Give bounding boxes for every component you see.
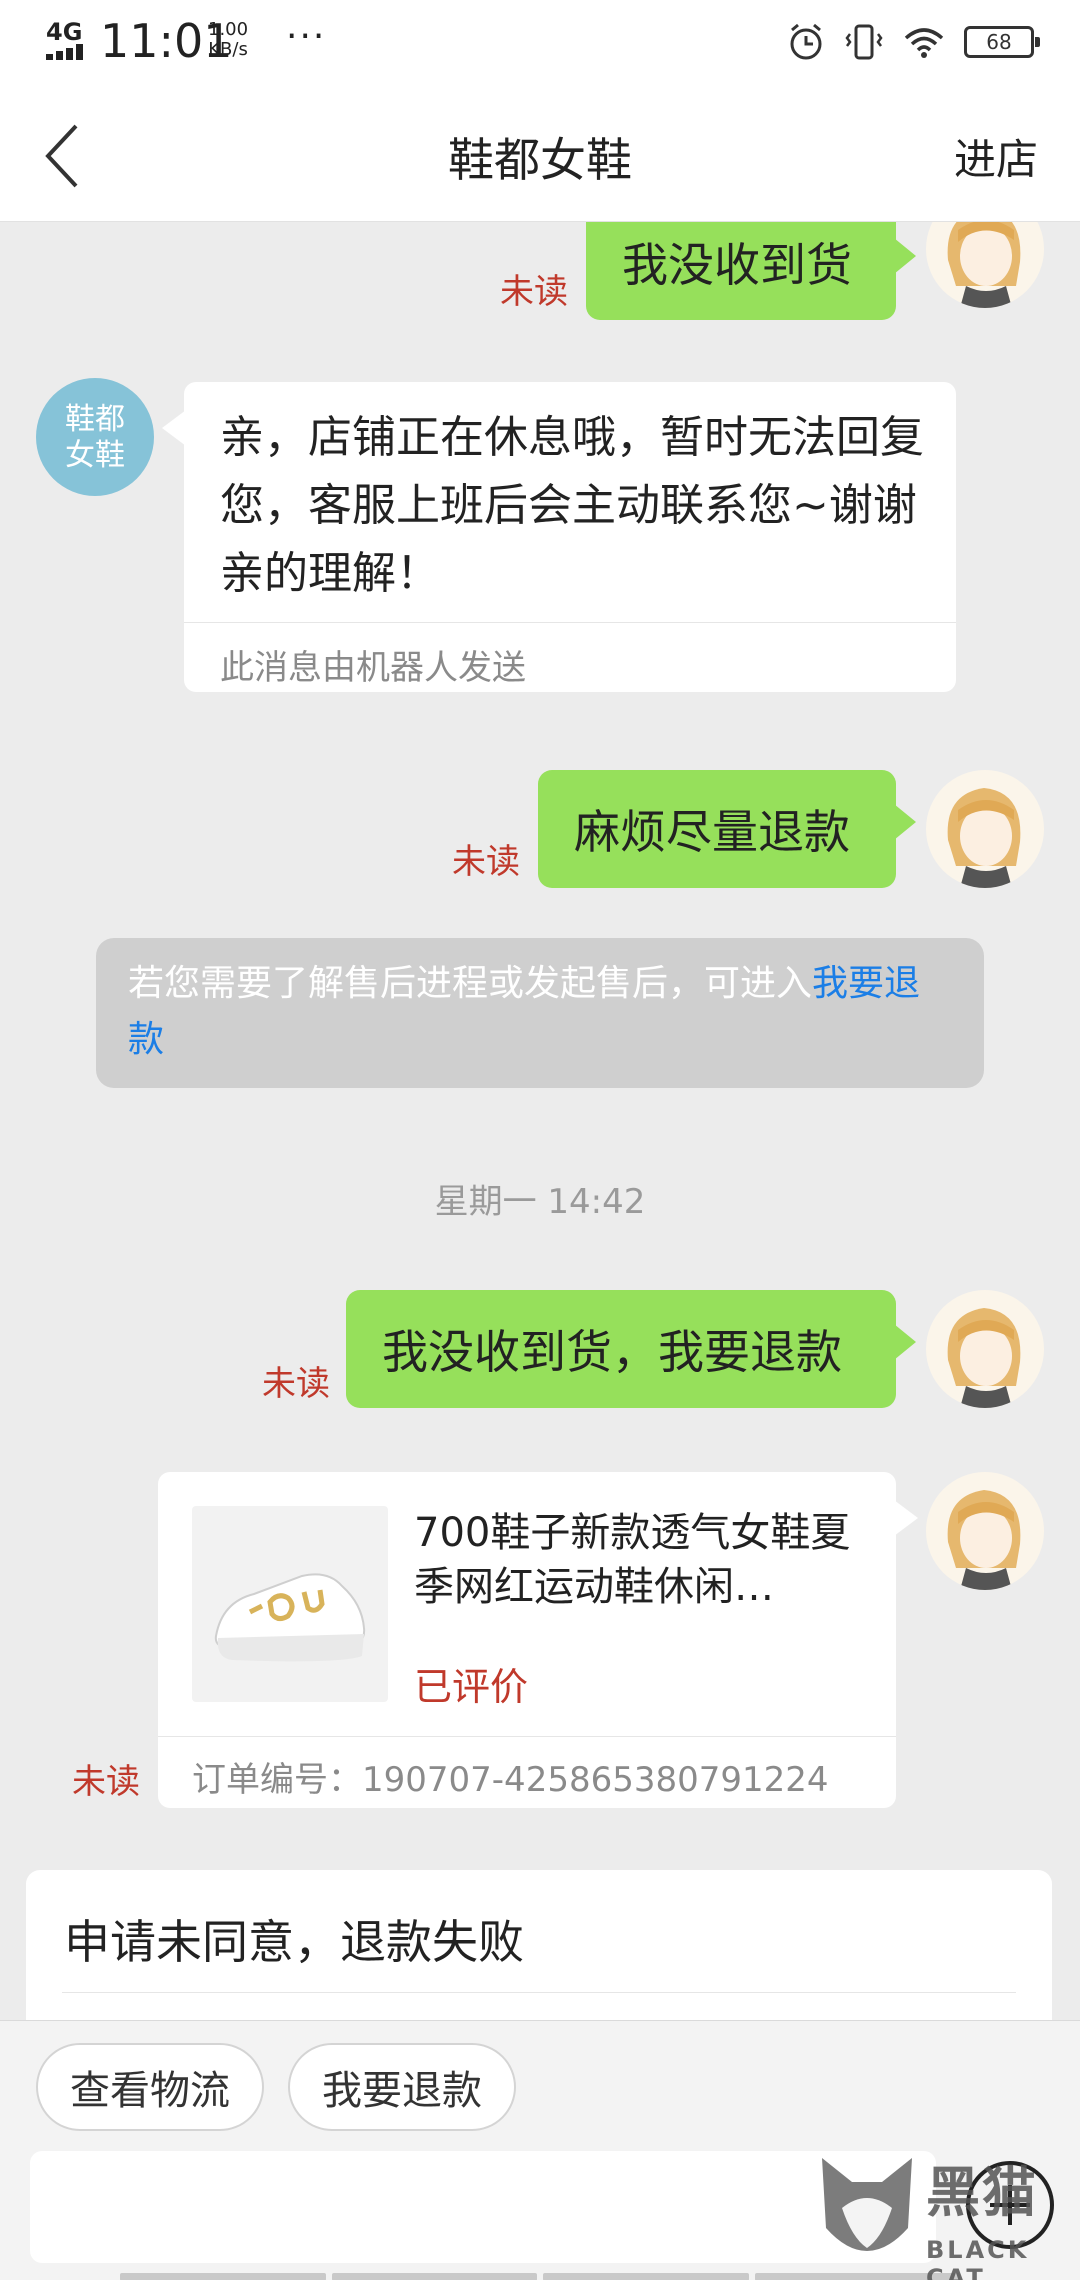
network-type: 4G [46, 18, 83, 46]
order-number-label: 订单编号： [192, 1760, 362, 1800]
speed-unit: KB/s [208, 39, 248, 60]
message-timestamp: 星期一 14:42 [434, 1182, 646, 1222]
order-number-value: 190707-425865380791224 [362, 1760, 829, 1800]
notice-text: 若您需要了解售后进程或发起售后，可进入 [128, 963, 813, 1004]
speed-value: 1.00 [208, 19, 249, 40]
user-avatar[interactable] [926, 222, 1044, 308]
page-title: 鞋都女鞋 [448, 133, 632, 187]
status-bar: 4G 11:01 1.00 KB/s ··· 68 [0, 0, 1080, 84]
signal-icon [46, 44, 90, 60]
unread-label: 未读 [72, 1762, 140, 1802]
order-card[interactable]: 700鞋子新款透气女鞋夏季网红运动鞋休闲… 已评价 订单编号：190707-42… [158, 1472, 918, 1808]
more-notifications-icon: ··· [286, 16, 327, 57]
status-icons: 68 [786, 20, 1040, 64]
divider [184, 622, 956, 623]
user-avatar[interactable] [926, 1290, 1044, 1408]
watermark-subtext: BLACK CAT [926, 2236, 1030, 2280]
robot-note: 此消息由机器人发送 [220, 648, 526, 688]
user-avatar[interactable] [926, 770, 1044, 888]
sent-message[interactable]: 麻烦尽量退款 [538, 770, 916, 888]
message-input[interactable] [30, 2151, 936, 2263]
sneaker-icon [214, 1573, 366, 1662]
vibrate-icon [845, 24, 883, 60]
unread-label: 未读 [262, 1364, 330, 1404]
robot-reply-card[interactable]: 亲，店铺正在休息哦，暂时无法回复您，客服上班后会主动联系您~谢谢亲的理解！ 此消… [162, 382, 956, 692]
product-image[interactable] [192, 1506, 388, 1702]
battery-icon: 68 [964, 26, 1040, 58]
user-avatar-icon [947, 788, 1021, 888]
user-avatar-icon [947, 1490, 1021, 1590]
after-sales-notice: 若您需要了解售后进程或发起售后，可进入我要退款 [96, 938, 984, 1088]
view-logistics-button[interactable]: 查看物流 [36, 2043, 264, 2131]
user-avatar[interactable] [926, 1472, 1044, 1590]
request-refund-button[interactable]: 我要退款 [288, 2043, 516, 2131]
product-title[interactable]: 700鞋子新款透气女鞋夏季网红运动鞋休闲… [414, 1506, 854, 1614]
chat-message-list[interactable]: 未读 我没收到货 鞋都 女鞋 亲，店铺正在休息哦，暂时无法回复您，客服上班后会主… [0, 222, 1080, 2020]
refund-status-card[interactable]: 申请未同意，退款失败 [26, 1870, 1052, 2020]
refund-status-title: 申请未同意，退款失败 [64, 1915, 524, 1969]
sent-message[interactable]: 我没收到货 [586, 222, 916, 320]
user-avatar-icon [947, 222, 1021, 308]
review-status: 已评价 [414, 1665, 529, 1709]
chat-header: 鞋都女鞋 进店 [0, 84, 1080, 222]
cat-logo-icon [822, 2158, 912, 2251]
shop-avatar-line1: 鞋都 [65, 402, 125, 437]
shop-avatar[interactable]: 鞋都 女鞋 [36, 378, 154, 496]
order-number: 订单编号：190707-425865380791224 [192, 1752, 829, 1801]
wifi-icon [904, 28, 944, 58]
divider [158, 1736, 896, 1737]
watermark: 黑猫 BLACK CAT [808, 2148, 1078, 2280]
sent-message[interactable]: 我没收到货，我要退款 [346, 1290, 916, 1408]
alarm-icon [790, 23, 822, 60]
unread-label: 未读 [500, 272, 568, 312]
shop-avatar-line2: 女鞋 [65, 438, 125, 473]
unread-label: 未读 [452, 842, 520, 882]
enter-store-button[interactable]: 进店 [954, 126, 1038, 187]
divider [62, 1992, 1016, 1993]
robot-reply-text: 亲，店铺正在休息哦，暂时无法回复您，客服上班后会主动联系您~谢谢亲的理解！ [220, 412, 924, 599]
watermark-text: 黑猫 [926, 2161, 1038, 2224]
user-avatar-icon [947, 1308, 1021, 1408]
network-speed: 1.00 KB/s [208, 20, 248, 60]
